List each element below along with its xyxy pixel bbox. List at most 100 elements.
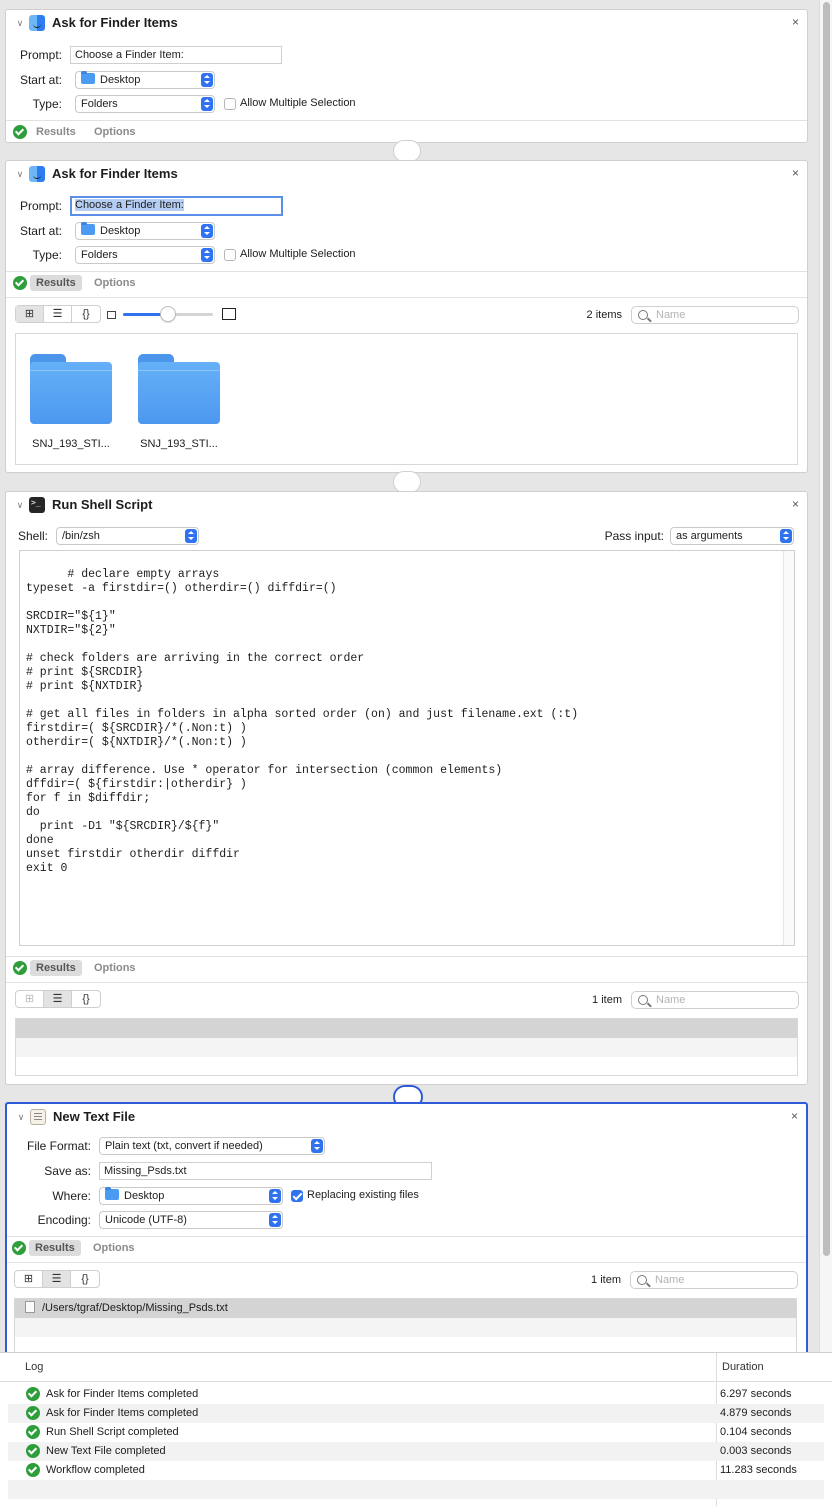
close-action-icon[interactable]: × (792, 166, 799, 180)
tab-results[interactable]: Results (30, 124, 82, 140)
pass-input-label: Pass input: (604, 529, 664, 543)
search-field[interactable]: Name (631, 991, 799, 1009)
list-row[interactable] (16, 1019, 797, 1038)
log-text: Run Shell Script completed (46, 1426, 179, 1438)
prompt-label: Prompt: (19, 48, 62, 62)
action-new-text-file[interactable]: ∨ New Text File × File Format: Plain tex… (5, 1102, 808, 1352)
script-editor[interactable]: # declare empty arrays typeset -a firstd… (19, 550, 795, 946)
folder-icon[interactable] (138, 354, 220, 424)
view-mode-segmented[interactable]: ⊞ ☰ {} (14, 1270, 100, 1288)
list-view-button[interactable]: ☰ (44, 306, 72, 322)
search-placeholder: Name (656, 994, 686, 1006)
editor-scrollbar[interactable] (783, 551, 794, 945)
shell-popup[interactable]: /bin/zsh (56, 527, 199, 545)
slider-knob[interactable] (160, 306, 176, 322)
start-at-popup[interactable]: Desktop (75, 222, 215, 240)
log-row[interactable]: Run Shell Script completed 0.104 seconds (8, 1423, 824, 1442)
success-check-icon (13, 125, 27, 139)
allow-multiple-checkbox[interactable] (224, 249, 236, 261)
duration-column-header[interactable]: Duration (722, 1361, 764, 1373)
log-duration: 11.283 seconds (720, 1464, 797, 1476)
finder-icon (29, 15, 45, 31)
icon-view-button[interactable]: ⊞ (15, 1271, 43, 1287)
popup-arrows-icon (201, 73, 213, 87)
type-label: Type: (32, 248, 62, 262)
log-row[interactable]: Ask for Finder Items completed 4.879 sec… (8, 1404, 824, 1423)
terminal-icon (29, 497, 45, 513)
where-popup[interactable]: Desktop (99, 1187, 283, 1205)
action-run-shell-script[interactable]: ∨ Run Shell Script × Shell: /bin/zsh Pas… (5, 491, 808, 1085)
log-column-header[interactable]: Log (25, 1361, 43, 1373)
divider (7, 1236, 806, 1237)
encoding-popup[interactable]: Unicode (UTF-8) (99, 1211, 283, 1229)
item-count: 1 item (591, 1274, 621, 1286)
collapse-chevron-icon[interactable]: ∨ (14, 17, 26, 29)
view-mode-segmented[interactable]: ⊞ ☰ {} (15, 990, 101, 1008)
tab-results[interactable]: Results (30, 275, 82, 291)
collapse-chevron-icon[interactable]: ∨ (14, 168, 26, 180)
list-view-button[interactable]: ☰ (44, 991, 72, 1007)
canvas-scrollbar[interactable] (819, 0, 832, 1352)
action-connector (393, 140, 421, 162)
start-at-value: Desktop (100, 74, 141, 86)
replacing-checkbox[interactable] (291, 1190, 303, 1202)
file-format-label: File Format: (26, 1139, 91, 1153)
type-value: Folders (81, 98, 118, 110)
log-row[interactable]: New Text File completed 0.003 seconds (8, 1442, 824, 1461)
log-duration: 6.297 seconds (720, 1388, 792, 1400)
list-view-button[interactable]: ☰ (43, 1271, 71, 1287)
success-check-icon (26, 1406, 40, 1420)
success-check-icon (13, 961, 27, 975)
action-header[interactable]: ∨ Run Shell Script × (6, 492, 807, 518)
action-ask-finder-items-1[interactable]: ∨ Ask for Finder Items × Prompt: Choose … (5, 9, 808, 143)
tab-options[interactable]: Options (88, 960, 142, 976)
action-header[interactable]: ∨ New Text File × (7, 1104, 806, 1130)
folder-icon[interactable] (30, 354, 112, 424)
tab-results[interactable]: Results (29, 1240, 81, 1256)
success-check-icon (26, 1444, 40, 1458)
finder-icon (29, 166, 45, 182)
tab-results[interactable]: Results (30, 960, 82, 976)
file-format-popup[interactable]: Plain text (txt, convert if needed) (99, 1137, 325, 1155)
allow-multiple-checkbox[interactable] (224, 98, 236, 110)
file-format-value: Plain text (txt, convert if needed) (105, 1140, 263, 1152)
prompt-field[interactable]: Choose a Finder Item: (70, 196, 283, 216)
collapse-chevron-icon[interactable]: ∨ (14, 499, 26, 511)
document-icon (25, 1301, 35, 1313)
type-popup[interactable]: Folders (75, 95, 215, 113)
icon-size-slider[interactable] (123, 305, 215, 323)
script-text: # declare empty arrays typeset -a firstd… (26, 568, 579, 875)
scrollbar-thumb[interactable] (823, 2, 830, 1256)
success-check-icon (26, 1425, 40, 1439)
search-icon (638, 310, 648, 320)
icon-view-button[interactable]: ⊞ (16, 306, 44, 322)
divider (6, 120, 807, 121)
action-header[interactable]: ∨ Ask for Finder Items × (6, 161, 807, 187)
action-ask-finder-items-2[interactable]: ∨ Ask for Finder Items × Prompt: Choose … (5, 160, 808, 473)
save-as-field[interactable]: Missing_Psds.txt (99, 1162, 432, 1180)
tab-options[interactable]: Options (88, 275, 142, 291)
start-at-popup[interactable]: Desktop (75, 71, 215, 89)
file-name: SNJ_193_STI... (32, 438, 110, 450)
search-field[interactable]: Name (630, 1271, 798, 1289)
view-mode-segmented[interactable]: ⊞ ☰ {} (15, 305, 101, 323)
tab-options[interactable]: Options (87, 1240, 141, 1256)
json-view-button[interactable]: {} (71, 1271, 99, 1287)
close-action-icon[interactable]: × (791, 1109, 798, 1123)
json-view-button[interactable]: {} (72, 306, 100, 322)
close-action-icon[interactable]: × (792, 497, 799, 511)
collapse-chevron-icon[interactable]: ∨ (15, 1111, 27, 1123)
close-action-icon[interactable]: × (792, 15, 799, 29)
type-popup[interactable]: Folders (75, 246, 215, 264)
search-field[interactable]: Name (631, 306, 799, 324)
search-icon (638, 995, 648, 1005)
divider (6, 271, 807, 272)
json-view-button[interactable]: {} (72, 991, 100, 1007)
action-header[interactable]: ∨ Ask for Finder Items × (6, 10, 807, 36)
tab-options[interactable]: Options (88, 124, 142, 140)
prompt-field[interactable]: Choose a Finder Item: (70, 46, 282, 64)
pass-input-popup[interactable]: as arguments (670, 527, 794, 545)
log-row[interactable]: Workflow completed 11.283 seconds (8, 1461, 824, 1480)
log-row[interactable]: Ask for Finder Items completed 6.297 sec… (8, 1385, 824, 1404)
list-row[interactable]: /Users/tgraf/Desktop/Missing_Psds.txt (15, 1299, 796, 1318)
